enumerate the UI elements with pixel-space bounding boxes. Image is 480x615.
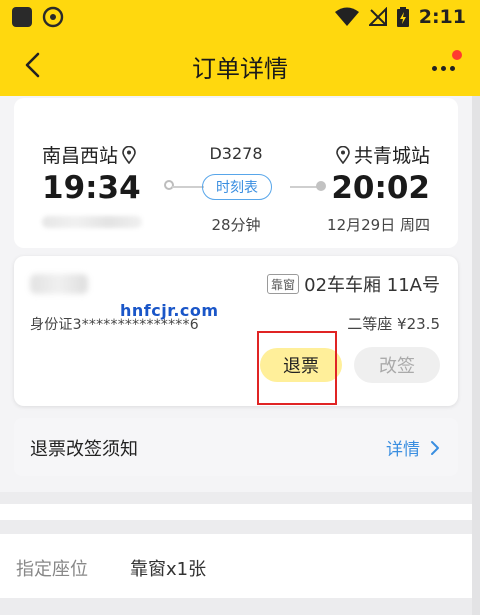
passenger-card: 靠窗 02车车厢 11A号 身份证3***************6 二等座 ¥…	[14, 256, 458, 406]
notice-label: 退票改签须知	[30, 439, 138, 460]
arrival-date: 12月29日 周四	[327, 216, 430, 234]
timetable-button[interactable]: 时刻表	[202, 174, 272, 200]
arrival-station: 共青城站	[336, 141, 430, 168]
nav-bar: 订单详情	[0, 34, 480, 96]
notice-detail-link[interactable]: 详情	[386, 435, 440, 460]
status-bar: 2:11	[0, 0, 480, 34]
notification-dot	[452, 50, 462, 60]
window-seat-tag: 靠窗	[267, 274, 299, 294]
departure-time: 19:34	[42, 170, 141, 206]
change-ticket-button[interactable]: 改签	[354, 347, 440, 383]
refund-change-notice-row[interactable]: 退票改签须知 详情	[14, 418, 458, 476]
seat-preference-label: 指定座位	[16, 559, 88, 580]
seat-preference-value: 靠窗x1张	[130, 559, 207, 580]
seat-class-fare: 二等座 ¥23.5	[347, 315, 440, 333]
route-start-dot	[164, 180, 174, 190]
no-signal-icon	[368, 7, 387, 26]
car-seat-number: 02车车厢 11A号	[304, 275, 440, 296]
trip-card: 南昌西站 19:34 D3278 时刻表 28分钟 共青城站 20:02 12月…	[14, 98, 458, 248]
wifi-icon	[334, 7, 359, 26]
passenger-name-redacted	[30, 274, 88, 294]
more-button[interactable]	[426, 46, 466, 84]
section-divider	[0, 492, 472, 504]
chevron-right-icon	[431, 440, 439, 455]
seat-preference-row: 指定座位 靠窗x1张	[0, 534, 472, 598]
status-time: 2:11	[418, 6, 466, 28]
battery-charging-icon	[396, 7, 409, 27]
route-end-dot	[316, 181, 326, 191]
section-strip	[0, 504, 472, 520]
scrollbar[interactable]	[472, 96, 480, 615]
watermark: hnfcjr.com	[120, 301, 219, 320]
app-notification-icon	[12, 7, 32, 27]
location-pin-icon	[336, 145, 350, 164]
section-divider	[0, 520, 472, 534]
route-line	[172, 186, 204, 188]
arrival-time: 20:02	[331, 170, 430, 206]
status-icons: 2:11	[334, 5, 466, 29]
highlight-box	[257, 331, 337, 405]
more-icon	[432, 66, 437, 71]
page-title: 订单详情	[192, 55, 288, 83]
app-logo-icon	[42, 6, 64, 28]
bottom-divider	[0, 598, 472, 615]
